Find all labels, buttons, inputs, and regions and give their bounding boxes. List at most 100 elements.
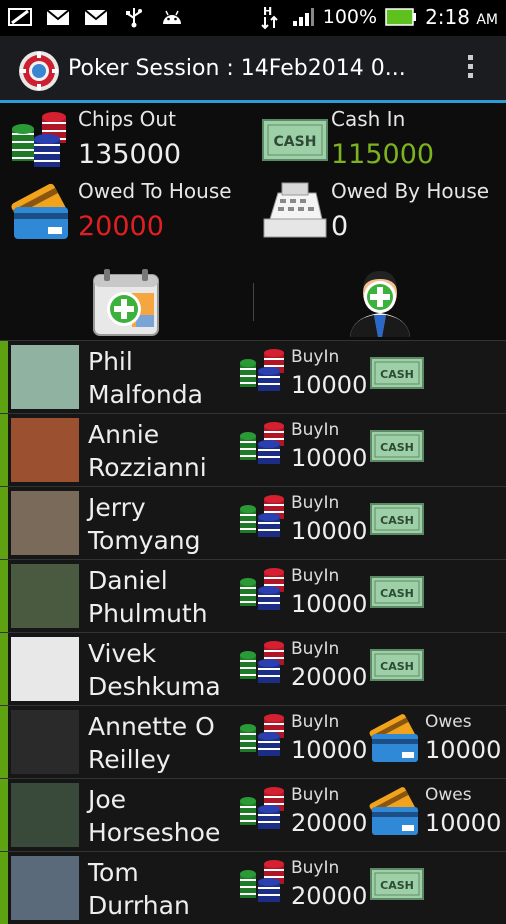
avatar bbox=[11, 345, 79, 409]
status-bar: H 100% 2:18 AM bbox=[0, 0, 506, 36]
svg-text:CASH: CASH bbox=[380, 879, 414, 892]
screen-off-icon bbox=[8, 8, 32, 26]
player-list: Phil Malfonda BuyIn 10000 CASH Annie Rozzianni… bbox=[0, 340, 506, 924]
cash-banknote-icon[interactable]: CASH bbox=[370, 649, 424, 681]
buyin-label: BuyIn bbox=[291, 712, 340, 732]
poker-chips-icon bbox=[238, 495, 288, 537]
svg-text:CASH: CASH bbox=[274, 134, 317, 150]
poker-chips-icon bbox=[238, 860, 288, 902]
avatar bbox=[11, 637, 79, 701]
cash-banknote-icon[interactable]: CASH bbox=[370, 576, 424, 608]
cash-banknote-icon[interactable]: CASH bbox=[370, 868, 424, 900]
cash-in-label: Cash In bbox=[331, 107, 406, 131]
chips-out-label: Chips Out bbox=[78, 107, 176, 131]
signal-icon bbox=[292, 8, 314, 26]
overflow-menu-icon[interactable] bbox=[464, 52, 476, 86]
owes-value: 10000 bbox=[425, 809, 502, 837]
buyin-value: 10000 bbox=[291, 371, 368, 399]
player-row[interactable]: Jerry Tomyang BuyIn 10000 CASH bbox=[0, 486, 506, 559]
credit-card-icon bbox=[11, 183, 68, 239]
chips-out-value: 135000 bbox=[78, 139, 182, 170]
clock: 2:18 AM bbox=[425, 5, 498, 29]
credit-card-icon[interactable] bbox=[368, 710, 422, 764]
player-row[interactable]: Joe Horseshoe BuyIn 20000 Owes 10000 bbox=[0, 778, 506, 851]
player-row[interactable]: Vivek Deshkuma BuyIn 20000 CASH bbox=[0, 632, 506, 705]
add-calendar-icon[interactable] bbox=[90, 267, 162, 339]
avatar bbox=[11, 418, 79, 482]
buyin-label: BuyIn bbox=[291, 347, 340, 367]
add-player-icon[interactable] bbox=[344, 267, 416, 339]
action-bar: Poker Session : 14Feb2014 0... bbox=[0, 36, 506, 103]
player-row[interactable]: Annette O Reilley BuyIn 10000 Owes 10000 bbox=[0, 705, 506, 778]
mail-icon bbox=[46, 9, 70, 25]
player-row[interactable]: Annie Rozzianni BuyIn 10000 CASH bbox=[0, 413, 506, 486]
avatar bbox=[11, 564, 79, 628]
owes-label: Owes bbox=[425, 785, 472, 805]
player-name: Joe Horseshoe bbox=[88, 785, 221, 847]
player-name: Tom Durrhan bbox=[88, 858, 190, 920]
buyin-value: 20000 bbox=[291, 663, 368, 691]
svg-text:CASH: CASH bbox=[380, 368, 414, 381]
buyin-value: 10000 bbox=[291, 444, 368, 472]
owed-by-house-label: Owed By House bbox=[331, 179, 490, 203]
buyin-label: BuyIn bbox=[291, 420, 340, 440]
cash-banknote-icon[interactable]: CASH bbox=[370, 430, 424, 462]
session-summary: Chips Out 135000 CASH Cash In 115000 Owe… bbox=[0, 103, 506, 255]
buyin-label: BuyIn bbox=[291, 493, 340, 513]
svg-text:CASH: CASH bbox=[380, 587, 414, 600]
svg-text:CASH: CASH bbox=[380, 441, 414, 454]
poker-chips-icon bbox=[238, 714, 288, 756]
buyin-label: BuyIn bbox=[291, 785, 340, 805]
battery-percent: 100% bbox=[322, 6, 378, 28]
buyin-value: 10000 bbox=[291, 590, 368, 618]
owed-to-house-value: 20000 bbox=[78, 211, 164, 242]
poker-chips-icon bbox=[238, 787, 288, 829]
player-status-bar bbox=[0, 487, 8, 559]
player-name: Annie Rozzianni bbox=[88, 420, 207, 482]
usb-icon bbox=[126, 8, 142, 28]
poker-chips-icon bbox=[238, 568, 288, 610]
buyin-value: 10000 bbox=[291, 517, 368, 545]
poker-chips-icon bbox=[238, 641, 288, 683]
player-name: Vivek Deshkuma bbox=[88, 639, 221, 701]
poker-chips-icon bbox=[238, 422, 288, 464]
page-title: Poker Session : 14Feb2014 0... bbox=[68, 56, 406, 81]
owes-value: 10000 bbox=[425, 736, 502, 764]
player-row[interactable]: Daniel Phulmuth BuyIn 10000 CASH bbox=[0, 559, 506, 632]
buyin-value: 20000 bbox=[291, 882, 368, 910]
player-status-bar bbox=[0, 414, 8, 486]
data-transfer-icon: H bbox=[261, 5, 278, 30]
player-status-bar bbox=[0, 779, 8, 851]
svg-text:H: H bbox=[263, 5, 272, 18]
buyin-value: 10000 bbox=[291, 736, 368, 764]
poker-chip-logo-icon[interactable] bbox=[18, 50, 60, 92]
poker-chips-icon bbox=[238, 349, 288, 391]
player-row[interactable]: Phil Malfonda BuyIn 10000 CASH bbox=[0, 340, 506, 413]
toolbar-divider bbox=[253, 283, 254, 321]
avatar bbox=[11, 856, 79, 920]
player-name: Annette O Reilley bbox=[88, 712, 215, 774]
buyin-label: BuyIn bbox=[291, 566, 340, 586]
battery-icon bbox=[385, 8, 417, 26]
buyin-value: 20000 bbox=[291, 809, 368, 837]
player-row[interactable]: Tom Durrhan BuyIn 20000 CASH bbox=[0, 851, 506, 924]
cash-register-icon bbox=[263, 182, 327, 238]
avatar bbox=[11, 710, 79, 774]
cash-banknote-icon[interactable]: CASH bbox=[370, 357, 424, 389]
poker-chips-icon bbox=[12, 112, 66, 167]
owed-by-house-value: 0 bbox=[331, 211, 349, 242]
cash-banknote-icon: CASH bbox=[262, 119, 328, 161]
player-name: Phil Malfonda bbox=[88, 347, 203, 409]
android-icon bbox=[163, 10, 181, 24]
svg-text:CASH: CASH bbox=[380, 514, 414, 527]
player-status-bar bbox=[0, 341, 8, 413]
player-status-bar bbox=[0, 852, 8, 924]
credit-card-icon[interactable] bbox=[368, 783, 422, 837]
action-toolbar bbox=[0, 255, 506, 340]
player-status-bar bbox=[0, 560, 8, 632]
svg-text:CASH: CASH bbox=[380, 660, 414, 673]
player-name: Jerry Tomyang bbox=[88, 493, 201, 555]
buyin-label: BuyIn bbox=[291, 858, 340, 878]
cash-banknote-icon[interactable]: CASH bbox=[370, 503, 424, 535]
cash-in-value: 115000 bbox=[331, 139, 435, 170]
